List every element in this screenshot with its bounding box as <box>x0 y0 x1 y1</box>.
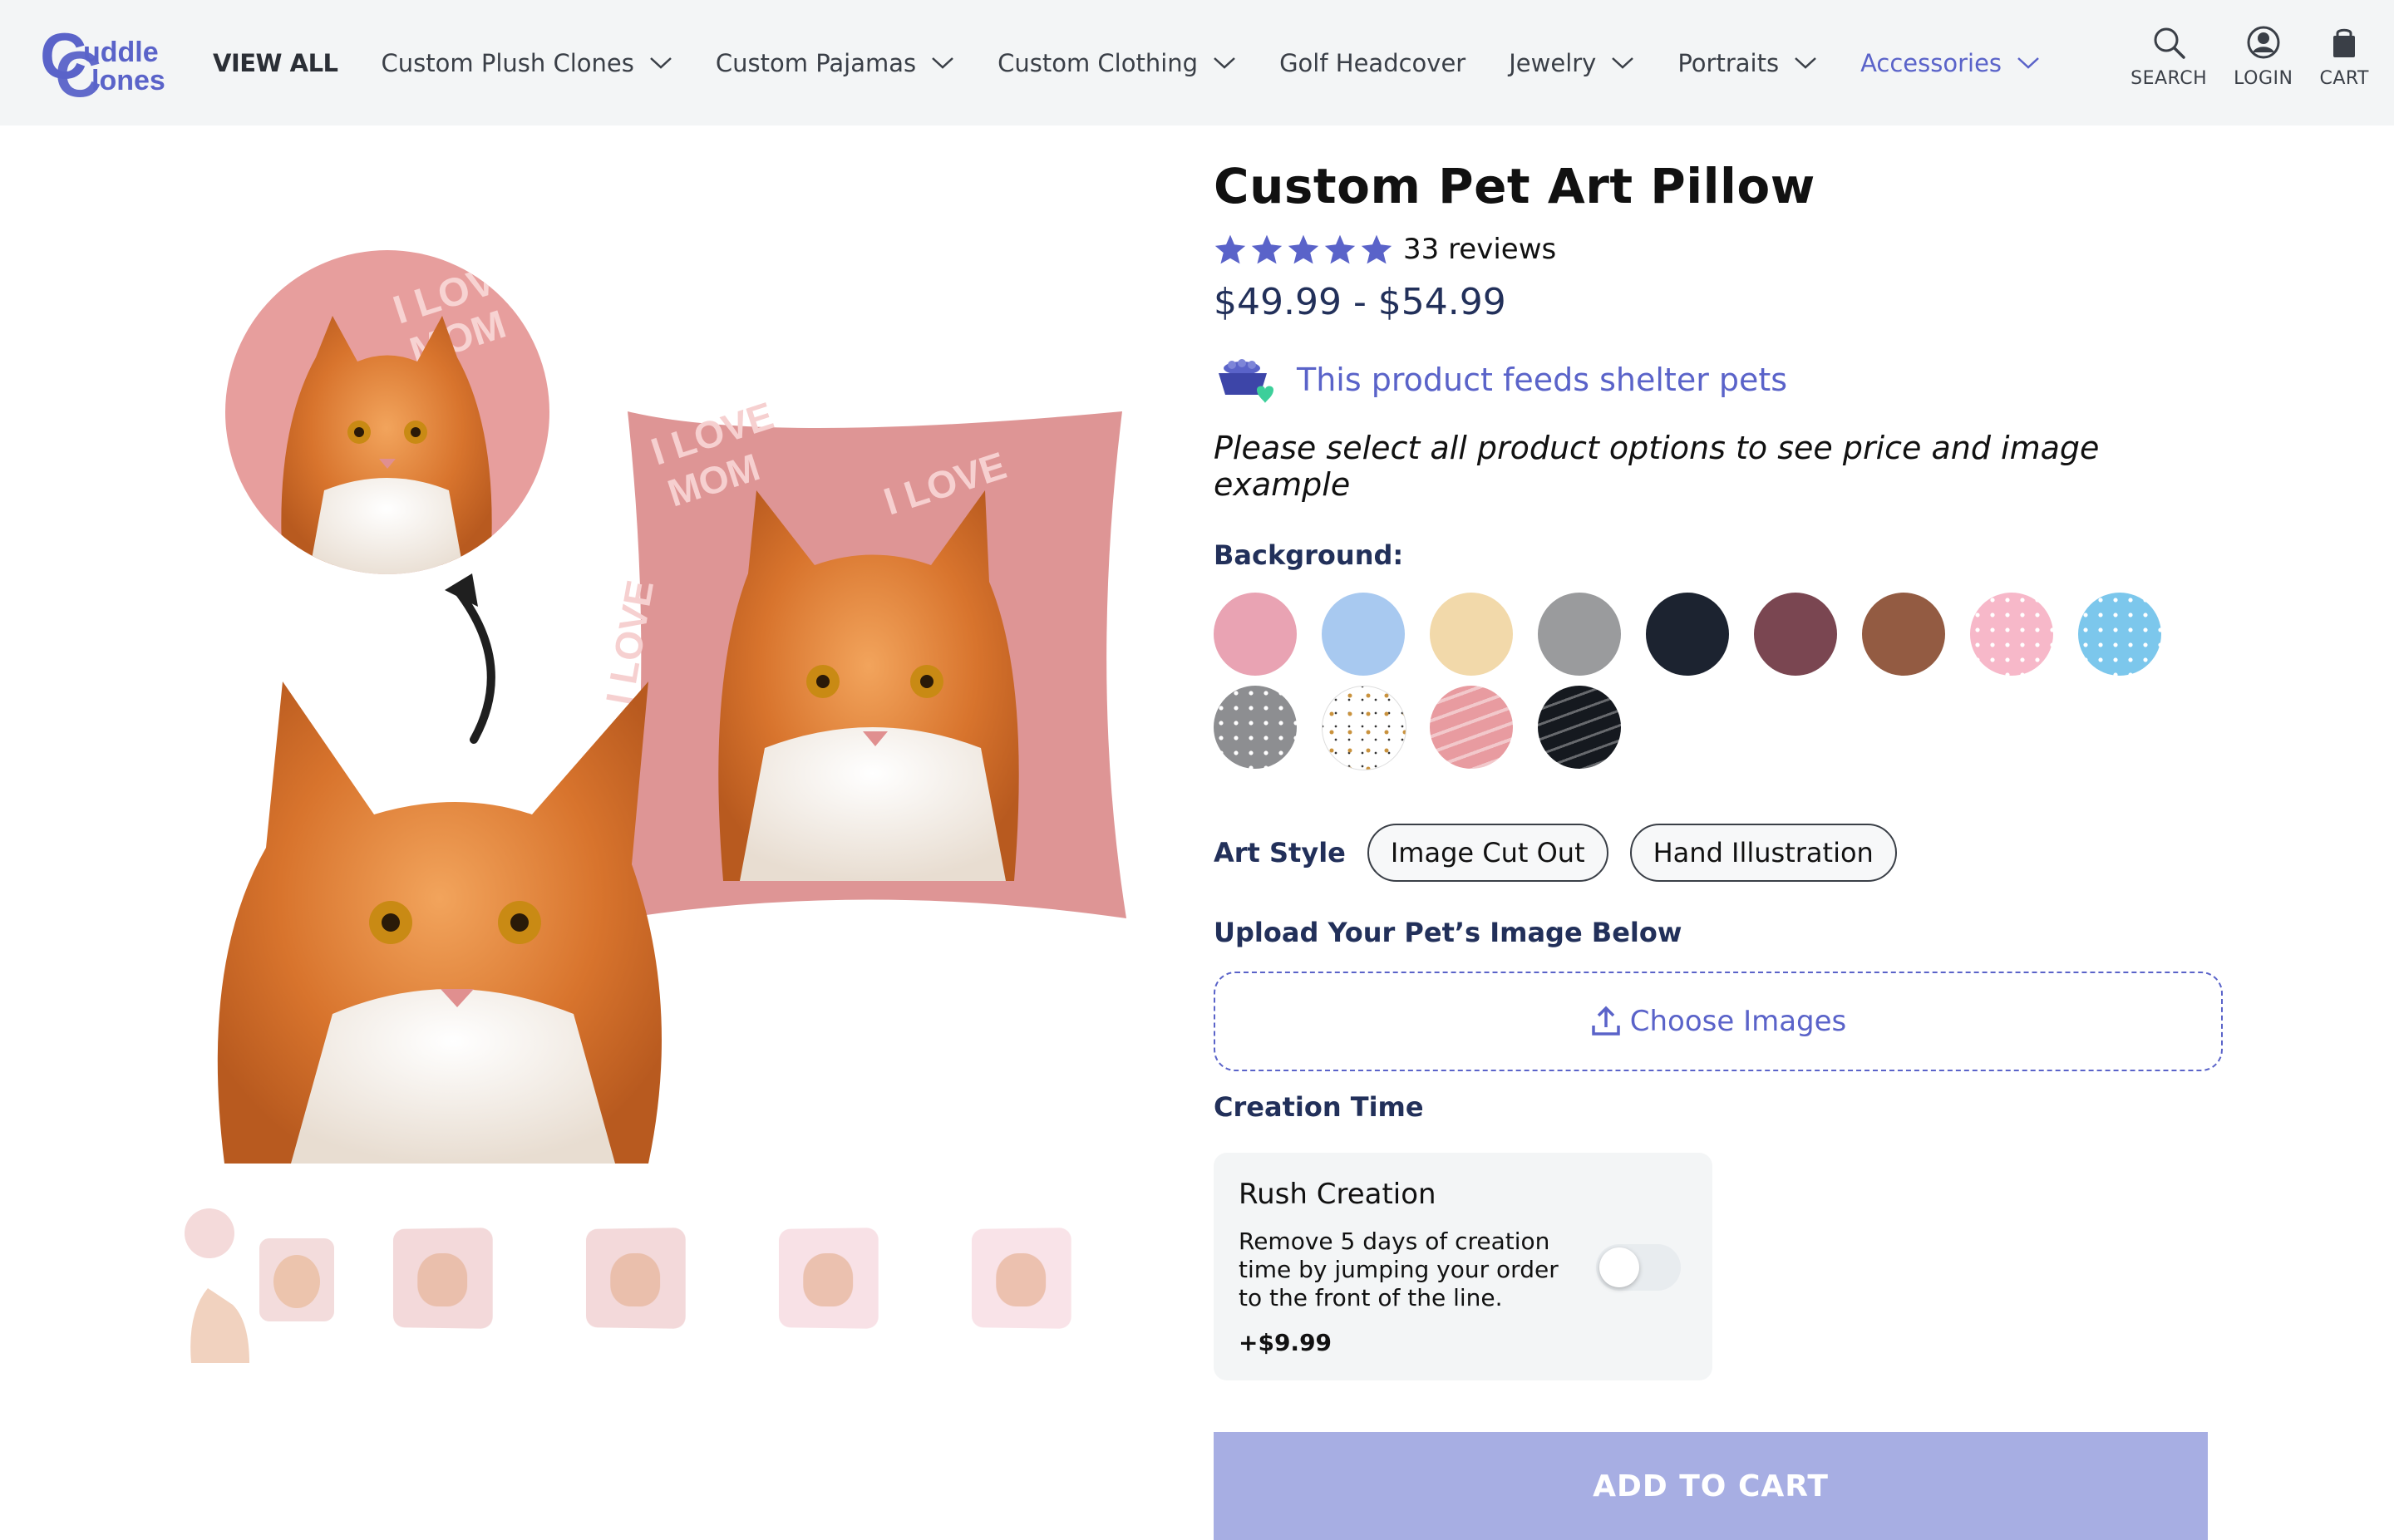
nav-label: Custom Plush Clones <box>381 48 634 77</box>
cart-button[interactable]: CART <box>2319 25 2369 89</box>
swatch-navy[interactable] <box>1646 593 1729 676</box>
choose-images-label: Choose Images <box>1629 1005 1847 1038</box>
thumbnail-4[interactable] <box>761 1205 918 1363</box>
choose-images-button[interactable]: Choose Images <box>1214 972 2223 1071</box>
nav-custom-plush-clones[interactable]: Custom Plush Clones <box>382 49 672 77</box>
header-tools: SEARCH LOGIN CART <box>2130 25 2369 89</box>
chevron-down-icon <box>932 57 953 69</box>
nav-label: Portraits <box>1677 48 1780 77</box>
swatch-cream[interactable] <box>1430 593 1513 676</box>
swatch-brown[interactable] <box>1862 593 1945 676</box>
swatch-i-love-dad[interactable] <box>1538 686 1621 769</box>
nav-custom-clothing[interactable]: Custom Clothing <box>998 49 1236 77</box>
shelter-banner[interactable]: This product feeds shelter pets <box>1214 355 2228 405</box>
star-icon <box>1214 234 1246 264</box>
nav-custom-pajamas[interactable]: Custom Pajamas <box>716 49 954 77</box>
product-title: Custom Pet Art Pillow <box>1214 158 1815 214</box>
nav-label: VIEW ALL <box>213 48 338 77</box>
swatch-bones[interactable] <box>1322 686 1406 770</box>
logo-text-top: uddle <box>83 37 159 68</box>
nav-portraits[interactable]: Portraits <box>1677 49 1817 77</box>
rush-creation-card: Rush Creation Remove 5 days of creation … <box>1214 1153 1712 1380</box>
arrow-icon <box>453 586 495 744</box>
thumbnail-strip <box>183 1205 1130 1371</box>
star-icon <box>1251 234 1283 264</box>
nav-label: Accessories <box>1860 48 2002 77</box>
rush-description: Remove 5 days of creation time by jumpin… <box>1239 1228 1559 1311</box>
nav-label: Jewelry <box>1509 48 1597 77</box>
login-button[interactable]: LOGIN <box>2234 25 2293 89</box>
chevron-down-icon <box>1612 57 1634 69</box>
add-to-cart-button[interactable]: ADD TO CART <box>1214 1432 2208 1540</box>
swatch-wine[interactable] <box>1754 593 1837 676</box>
shelter-text: This product feeds shelter pets <box>1297 362 1788 398</box>
rush-title: Rush Creation <box>1239 1178 1436 1211</box>
nav-jewelry[interactable]: Jewelry <box>1509 49 1634 77</box>
thumbnail-2[interactable] <box>376 1205 532 1363</box>
toggle-knob <box>1599 1247 1639 1287</box>
star-icon <box>1324 234 1356 264</box>
star-icon <box>1361 234 1392 264</box>
logo[interactable]: C C uddle lones <box>40 30 173 98</box>
swatch-gray[interactable] <box>1538 593 1621 676</box>
upload-label: Upload Your Pet’s Image Below <box>1214 917 1682 948</box>
thumbnail-3[interactable] <box>569 1205 725 1363</box>
rush-price: +$9.99 <box>1239 1329 1332 1356</box>
nav-label: Custom Clothing <box>998 48 1199 77</box>
user-icon <box>2247 26 2280 59</box>
cart-label: CART <box>2319 68 2369 89</box>
star-icon <box>1288 234 1319 264</box>
swatch-blue-dots[interactable] <box>2078 593 2161 676</box>
thumbnail-1[interactable] <box>183 1205 339 1363</box>
rush-toggle[interactable] <box>1596 1244 1681 1291</box>
art-style-label: Art Style <box>1214 837 1346 868</box>
swatch-i-love-mom[interactable] <box>1430 686 1513 769</box>
creation-time-label: Creation Time <box>1214 1091 1424 1123</box>
swatch-gray-dots[interactable] <box>1214 686 1297 769</box>
chevron-down-icon <box>1214 57 1235 69</box>
nav-label: Custom Pajamas <box>715 48 917 77</box>
source-photo <box>217 681 662 1164</box>
options-note: Please select all product options to see… <box>1214 430 2100 503</box>
background-label: Background: <box>1214 539 1404 571</box>
background-swatches <box>1214 593 2228 770</box>
swatch-light-blue[interactable] <box>1322 593 1405 676</box>
nav-accessories[interactable]: Accessories <box>1860 49 2040 77</box>
price-range: $49.99 - $54.99 <box>1214 281 1506 323</box>
product-panel: Custom Pet Art Pillow 33 reviews $49.99 … <box>1214 158 2228 1540</box>
art-style-row: Art Style Image Cut Out Hand Illustratio… <box>1214 824 2228 882</box>
upload-icon <box>1591 1006 1620 1036</box>
nav-label: Golf Headcover <box>1279 48 1466 77</box>
chevron-down-icon <box>650 57 672 69</box>
art-style-hand-illustration[interactable]: Hand Illustration <box>1629 824 1897 882</box>
preview-pillow: I LOVE MOM I LOVE I LOVE <box>598 393 1126 918</box>
art-style-image-cut-out[interactable]: Image Cut Out <box>1367 824 1608 882</box>
chevron-down-icon <box>2017 57 2039 69</box>
food-bowl-icon <box>1219 359 1273 403</box>
preview-circle: I LOVE MOM <box>225 250 549 574</box>
swatch-pink[interactable] <box>1214 593 1297 676</box>
nav-view-all[interactable]: VIEW ALL <box>213 49 338 77</box>
search-icon <box>2154 27 2185 59</box>
login-label: LOGIN <box>2234 68 2293 89</box>
main-nav: VIEW ALL Custom Plush Clones Custom Paja… <box>213 0 2083 125</box>
review-count: 33 reviews <box>1403 233 1557 266</box>
product-main-image[interactable]: I LOVE MOM I LOVE MOM I LOVE I LOVE <box>183 216 1139 1164</box>
nav-golf-headcover[interactable]: Golf Headcover <box>1279 49 1465 77</box>
swatch-pink-dots[interactable] <box>1970 593 2053 676</box>
chevron-down-icon <box>1795 57 1816 69</box>
bag-icon <box>2333 28 2356 57</box>
site-header: C C uddle lones VIEW ALL Custom Plush Cl… <box>0 0 2394 125</box>
search-button[interactable]: SEARCH <box>2130 25 2207 89</box>
thumbnail-5[interactable] <box>954 1205 1111 1363</box>
rating[interactable]: 33 reviews <box>1214 233 2228 266</box>
logo-text-bottom: lones <box>91 65 165 96</box>
search-label: SEARCH <box>2130 68 2208 89</box>
rating-stars <box>1214 234 1393 265</box>
